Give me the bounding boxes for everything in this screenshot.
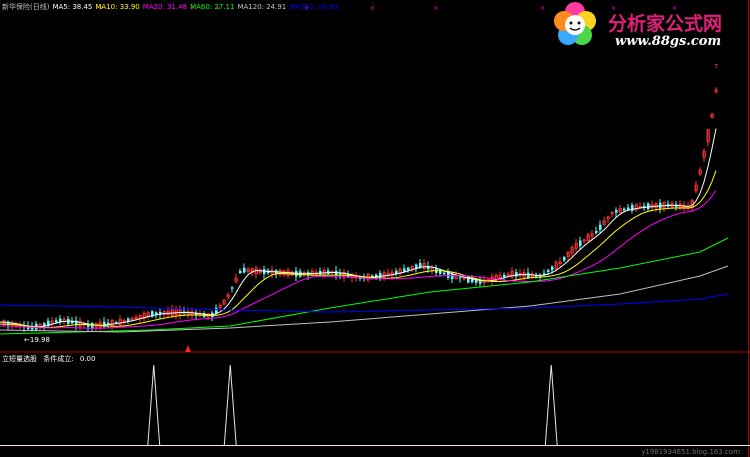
indicator-value: 0.00 [79,355,96,363]
ma20-line [0,190,717,329]
candle-down [459,277,462,279]
candle-down [215,307,218,314]
logo-name: 分析家公式网 [608,13,723,35]
legend-ma5: MA5: 38.45 [52,3,93,11]
high-marker: τ [714,62,718,70]
signal-arrow-icon [185,345,191,352]
indicator-legend: 立短量选股 条件成立: 0.00 [2,353,99,365]
indicator-spike [223,364,237,447]
signal-marker: × [370,5,375,12]
candle-down [239,270,242,274]
candle-down [443,272,446,275]
candle-down [403,268,406,272]
candle-down [599,224,602,230]
candle-down [243,267,246,273]
legend-ma120: MA120: 24.91 [237,3,287,11]
indicator-label: 条件成立: [43,355,74,363]
indicator-title: 立短量选股 [2,355,37,363]
candle-down [623,208,626,211]
watermark: y1981934651.blog.163.com [641,448,740,456]
candle-down [515,272,518,277]
candle-down [407,267,410,271]
candle-down [551,266,554,271]
stock-chart-window: ←19.98 × × × × × × × × × τ 新华保险(日线) MA5: 38.45 MA1… [0,0,750,457]
candle-down [55,320,58,323]
site-logo: 分析家公式网 www.88gs.com [545,1,750,53]
ma-legend: 新华保险(日线) MA5: 38.45 MA10: 33.90 MA20: 31… [2,1,341,13]
candle-down [59,318,62,322]
signal-marker: × [433,5,438,12]
candle-down [615,210,618,213]
legend-ma20: MA20: 31.48 [142,3,188,11]
chart-canvas[interactable]: ←19.98× × × × × × × × ×τ [0,0,750,457]
candle-down [379,272,382,279]
legend-ma10: MA10: 33.90 [95,3,140,11]
candle-down [579,240,582,246]
low-price-label: ←19.98 [24,336,50,344]
candle-down [595,230,598,234]
candle-down [563,257,566,261]
candle-down [231,287,234,289]
flower-logo-icon [554,2,596,45]
indicator-spike [544,364,558,447]
candle-down [547,270,550,273]
candle-down [503,274,506,277]
legend-ma60: MA60: 27.11 [190,3,235,11]
legend-ma250: MA250: 20.63 [289,3,339,11]
logo-url: www.88gs.com [615,34,722,49]
indicator-spike [147,364,161,447]
ma5-line [0,128,717,328]
candle-down [647,203,650,210]
legend-stock-name: 新华保险(日线) [2,3,50,11]
